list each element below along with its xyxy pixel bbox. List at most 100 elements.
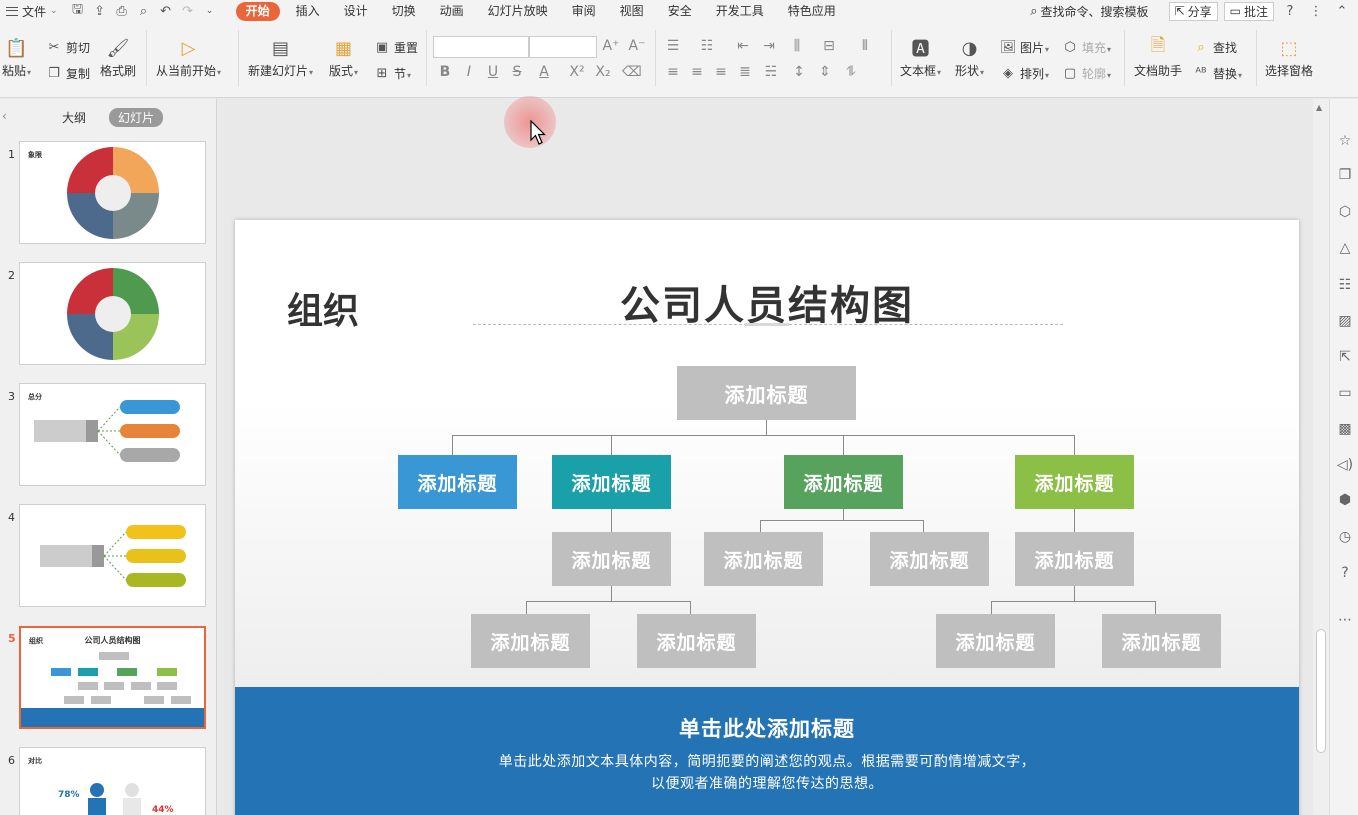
- clear-format-icon[interactable]: ⌫: [622, 64, 642, 80]
- arrange-button[interactable]: ◈ 排列: [1000, 63, 1049, 83]
- history-icon[interactable]: ◷: [1336, 528, 1354, 546]
- speaker-icon[interactable]: ◁): [1336, 456, 1354, 474]
- help-icon[interactable]: ?: [1280, 4, 1300, 19]
- from-current-button[interactable]: ▷ 从当前开始: [156, 36, 221, 79]
- section-button[interactable]: ⊞ 节: [374, 63, 411, 83]
- triangle-icon[interactable]: △: [1336, 239, 1354, 257]
- org-node-level2[interactable]: 添加标题: [1015, 532, 1134, 586]
- picture-icon[interactable]: ▩: [1336, 420, 1354, 438]
- tab-slides[interactable]: 幻灯片: [109, 107, 164, 127]
- line-spacing-icon[interactable]: ↕: [790, 64, 808, 80]
- comment-button[interactable]: ▭ 批注: [1223, 1, 1274, 21]
- shield-icon[interactable]: ⬢: [1336, 491, 1354, 509]
- tab-design[interactable]: 设计: [332, 0, 380, 22]
- org-node-root[interactable]: 添加标题: [677, 366, 856, 420]
- tab-view[interactable]: 视图: [608, 0, 656, 22]
- org-node-level1[interactable]: 添加标题: [552, 455, 671, 509]
- print-preview-icon[interactable]: ⌕: [136, 4, 152, 19]
- doc-assistant-button[interactable]: 🗎 文档助手: [1134, 35, 1182, 79]
- tab-insert[interactable]: 插入: [284, 0, 332, 22]
- align-text-icon[interactable]: ⊟: [820, 38, 838, 54]
- slide-thumbnail-1[interactable]: 象限: [19, 141, 206, 244]
- tab-transition[interactable]: 切换: [380, 0, 428, 22]
- shapes-icon[interactable]: ⬡: [1336, 203, 1354, 221]
- org-node-level2[interactable]: 添加标题: [704, 532, 823, 586]
- paragraph-spacing-icon[interactable]: ⇕: [816, 64, 834, 80]
- copy-layers-icon[interactable]: ❐: [1336, 166, 1354, 184]
- text-direction-icon[interactable]: ⫼: [788, 38, 806, 54]
- tab-slideshow[interactable]: 幻灯片放映: [476, 0, 560, 22]
- shape-button[interactable]: ◑ 形状: [955, 36, 984, 79]
- layout-button[interactable]: ▦ 版式: [329, 36, 358, 79]
- decrease-indent-icon[interactable]: ⇤: [734, 38, 752, 54]
- slide-thumbnail-4[interactable]: [19, 504, 206, 607]
- archive-icon[interactable]: ▭: [1336, 384, 1354, 402]
- undo-icon[interactable]: ↶: [158, 4, 174, 19]
- numbering-icon[interactable]: ☷: [698, 38, 716, 54]
- save-icon[interactable]: 🖫: [70, 0, 86, 22]
- more-vertical-icon[interactable]: ⋮: [1306, 4, 1326, 19]
- image-gallery-icon[interactable]: ▨: [1336, 312, 1354, 330]
- align-left-icon[interactable]: ≡: [664, 64, 682, 80]
- format-painter-button[interactable]: 🖌 格式刷: [100, 36, 136, 79]
- font-color-icon[interactable]: A: [535, 64, 553, 80]
- underline-icon[interactable]: U: [484, 64, 502, 80]
- increase-indent-icon[interactable]: ⇥: [760, 38, 778, 54]
- font-name-select[interactable]: [433, 36, 529, 58]
- superscript-icon[interactable]: X²: [568, 64, 586, 80]
- org-node-level3[interactable]: 添加标题: [1102, 614, 1221, 668]
- paste-button[interactable]: 📋 粘贴: [2, 36, 31, 79]
- bullets-icon[interactable]: ☰: [664, 38, 682, 54]
- fill-button[interactable]: ⬡ 填充: [1062, 37, 1111, 57]
- scrollbar-thumb[interactable]: [1316, 629, 1326, 753]
- reset-button[interactable]: ▣ 重置: [374, 37, 418, 57]
- tab-outline[interactable]: 大纲: [53, 108, 95, 127]
- footer-title-placeholder[interactable]: 单击此处添加标题: [235, 713, 1299, 743]
- footer-text-placeholder[interactable]: 单击此处添加文本具体内容，简明扼要的阐述您的观点。根据需要可酌情增减文字， 以便…: [235, 751, 1299, 795]
- replace-button[interactable]: ᴬᴮ 替换: [1193, 63, 1242, 83]
- text-box-button[interactable]: 🅰 文本框: [900, 36, 941, 79]
- org-node-level1[interactable]: 添加标题: [398, 455, 517, 509]
- help-circle-icon[interactable]: ?: [1336, 564, 1354, 582]
- align-right-icon[interactable]: ≡: [712, 64, 730, 80]
- slide-thumbnail-2[interactable]: [19, 262, 206, 365]
- org-node-level3[interactable]: 添加标题: [637, 614, 756, 668]
- org-node-level3[interactable]: 添加标题: [936, 614, 1055, 668]
- new-slide-button[interactable]: ▤ 新建幻灯片: [248, 36, 313, 79]
- file-menu[interactable]: 文件 ⌄: [0, 0, 64, 22]
- bold-icon[interactable]: B: [436, 64, 454, 80]
- customize-chevron-icon[interactable]: ⌄: [202, 6, 218, 16]
- share-out-icon[interactable]: ⇱: [1336, 348, 1354, 366]
- star-icon[interactable]: ☆: [1336, 132, 1354, 150]
- scroll-up-icon[interactable]: ▲: [1316, 103, 1322, 112]
- tab-animation[interactable]: 动画: [428, 0, 476, 22]
- slide-thumbnail-5[interactable]: 组织 公司人员结构图: [19, 626, 206, 729]
- command-search[interactable]: ⌕ 查找命令、搜索模板: [1030, 3, 1162, 20]
- org-node-level2[interactable]: 添加标题: [870, 532, 989, 586]
- tab-security[interactable]: 安全: [656, 0, 704, 22]
- picture-button[interactable]: 🖼 图片: [1000, 37, 1049, 57]
- italic-icon[interactable]: I: [460, 64, 478, 80]
- font-size-select[interactable]: [529, 36, 597, 58]
- distribute-icon[interactable]: ☵: [762, 64, 780, 80]
- cut-button[interactable]: ✂ 剪切: [46, 37, 90, 57]
- strikethrough-icon[interactable]: S: [508, 64, 526, 80]
- share-button[interactable]: ⇱ 分享: [1168, 1, 1218, 21]
- font-shrink-icon[interactable]: A⁻: [628, 38, 646, 54]
- current-slide[interactable]: 组织 公司人员结构图 添加标题 添加标题 添加标题 添加标题 添加标题 添加标题…: [235, 220, 1299, 815]
- more-horizontal-icon[interactable]: ⋯: [1336, 611, 1354, 629]
- export-icon[interactable]: ⇪: [92, 4, 108, 19]
- redo-icon[interactable]: ↷: [180, 4, 196, 19]
- find-button[interactable]: ⌕ 查找: [1193, 37, 1237, 57]
- slide-thumbnail-3[interactable]: 总分: [19, 383, 206, 486]
- outline-button[interactable]: ▢ 轮廓: [1062, 63, 1111, 83]
- align-center-icon[interactable]: ≡: [688, 64, 706, 80]
- vertical-scrollbar[interactable]: ▲: [1313, 99, 1329, 815]
- copy-button[interactable]: ❐ 复制: [46, 63, 90, 83]
- org-node-level1[interactable]: 添加标题: [784, 455, 903, 509]
- org-node-level1[interactable]: 添加标题: [1015, 455, 1134, 509]
- collapse-ribbon-icon[interactable]: ⌃: [1332, 4, 1352, 19]
- columns-icon[interactable]: ⫴: [856, 38, 874, 54]
- org-node-level3[interactable]: 添加标题: [471, 614, 590, 668]
- sliders-icon[interactable]: ☷: [1336, 276, 1354, 294]
